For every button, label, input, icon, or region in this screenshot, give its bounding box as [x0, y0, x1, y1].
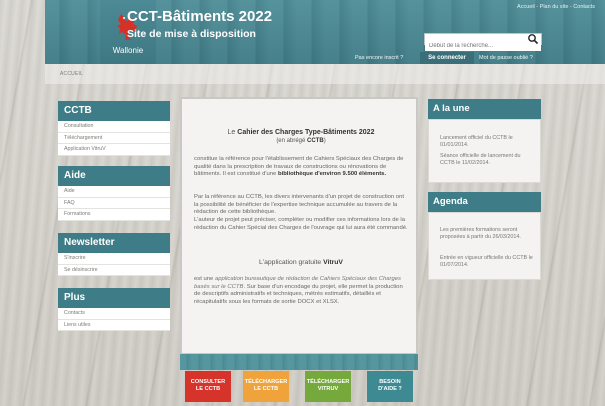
signup-link[interactable]: Pas encore inscrit ?	[355, 55, 403, 61]
news-item[interactable]: Séance officielle de lancement du CCTB l…	[440, 153, 535, 167]
sidebar-item-links[interactable]: Liens utiles	[58, 320, 170, 331]
news-box: Lancement officiel du CCTB le 01/01/2014…	[428, 119, 541, 183]
download-cctb-label-2: LE CCTB	[253, 386, 279, 392]
consult-cctb-label-1: CONSULTER	[190, 379, 226, 385]
content-subtitle: (en abrégé CCTB)	[276, 138, 326, 144]
sidebar-heading-aide: Aide	[58, 166, 170, 186]
content-paragraph-vitruv: est une application bureautique de rédac…	[194, 276, 403, 305]
main-content: Le Cahier des Charges Type-Bâtiments 202…	[180, 97, 418, 355]
download-cctb-label-1: TÉLÉCHARGER	[244, 379, 288, 385]
sidebar-item-formations[interactable]: Formations	[58, 209, 170, 221]
news-item[interactable]: Lancement officiel du CCTB le 01/01/2014…	[440, 135, 535, 149]
content-paragraph-author: L'auteur de projet peut préciser, complé…	[194, 217, 408, 231]
search-icon[interactable]	[527, 33, 539, 45]
breadcrumb[interactable]: ACCUEIL	[60, 71, 83, 77]
help-button[interactable]: BESOIN D'AIDE ?	[367, 371, 413, 402]
sidebar-item-faq[interactable]: FAQ	[58, 198, 170, 209]
content-paragraph-reference: Par la référence au CCTB, les divers int…	[194, 194, 405, 216]
agenda-heading: Agenda	[428, 192, 541, 212]
breadcrumb-bar: ACCUEIL	[45, 64, 605, 84]
logo-text: Wallonie	[112, 46, 144, 55]
search-input[interactable]	[425, 41, 541, 51]
sidebar-heading-cctb: CCTB	[58, 101, 170, 121]
help-label-2: D'AIDE ?	[378, 386, 402, 392]
search-box[interactable]	[424, 33, 542, 51]
sidebar-list-newsletter: S'inscrire Se désinscrire	[58, 253, 170, 276]
download-cctb-button[interactable]: TÉLÉCHARGER LE CCTB	[243, 371, 289, 402]
content-paragraph-intro: constitue la référence pour l'établissem…	[194, 156, 404, 178]
sidebar-item-unsubscribe[interactable]: Se désinscrire	[58, 265, 170, 276]
site-subtitle: Site de mise à disposition	[127, 28, 256, 40]
sidebar-item-contacts[interactable]: Contacts	[58, 308, 170, 320]
consult-cctb-button[interactable]: CONSULTER LE CCTB	[185, 371, 231, 402]
sidebar-item-consultation[interactable]: Consultation	[58, 121, 170, 133]
sidebar-list-cctb: Consultation Téléchargement Application …	[58, 121, 170, 156]
content-title: Le Cahier des Charges Type-Bâtiments 202…	[227, 129, 375, 136]
agenda-box: Les premières formations seront proposée…	[428, 212, 541, 280]
download-vitruv-label-2: VITRUV	[317, 386, 339, 392]
sidebar-item-telechargement[interactable]: Téléchargement	[58, 133, 170, 144]
agenda-item[interactable]: Les premières formations seront proposée…	[440, 227, 535, 241]
news-heading: A la une	[428, 99, 541, 119]
consult-cctb-label-2: LE CCTB	[195, 386, 221, 392]
login-button[interactable]: Se connecter	[420, 52, 474, 64]
sidebar-list-plus: Contacts Liens utiles	[58, 308, 170, 331]
sidebar-heading-newsletter: Newsletter	[58, 233, 170, 253]
site-title[interactable]: CCT-Bâtiments 2022	[127, 8, 272, 25]
help-label-1: BESOIN	[379, 379, 401, 385]
forgot-password-link[interactable]: Mot de passe oublié ?	[479, 55, 533, 61]
content-app-heading: L'application gratuite VitruV	[259, 259, 343, 266]
content-footer-bar	[180, 354, 418, 370]
download-vitruv-button[interactable]: TÉLÉCHARGER VITRUV	[305, 371, 351, 402]
sidebar-item-subscribe[interactable]: S'inscrire	[58, 253, 170, 265]
sidebar-heading-plus: Plus	[58, 288, 170, 308]
sidebar-item-aide[interactable]: Aide	[58, 186, 170, 198]
sidebar-list-aide: Aide FAQ Formations	[58, 186, 170, 221]
download-vitruv-label-1: TÉLÉCHARGER	[306, 379, 350, 385]
top-links[interactable]: Accueil - Plan du site - Contacts	[517, 4, 595, 10]
sidebar-item-vitruv[interactable]: Application VitruV	[58, 144, 170, 156]
agenda-item[interactable]: Entrée en vigueur officielle du CCTB le …	[440, 255, 535, 269]
